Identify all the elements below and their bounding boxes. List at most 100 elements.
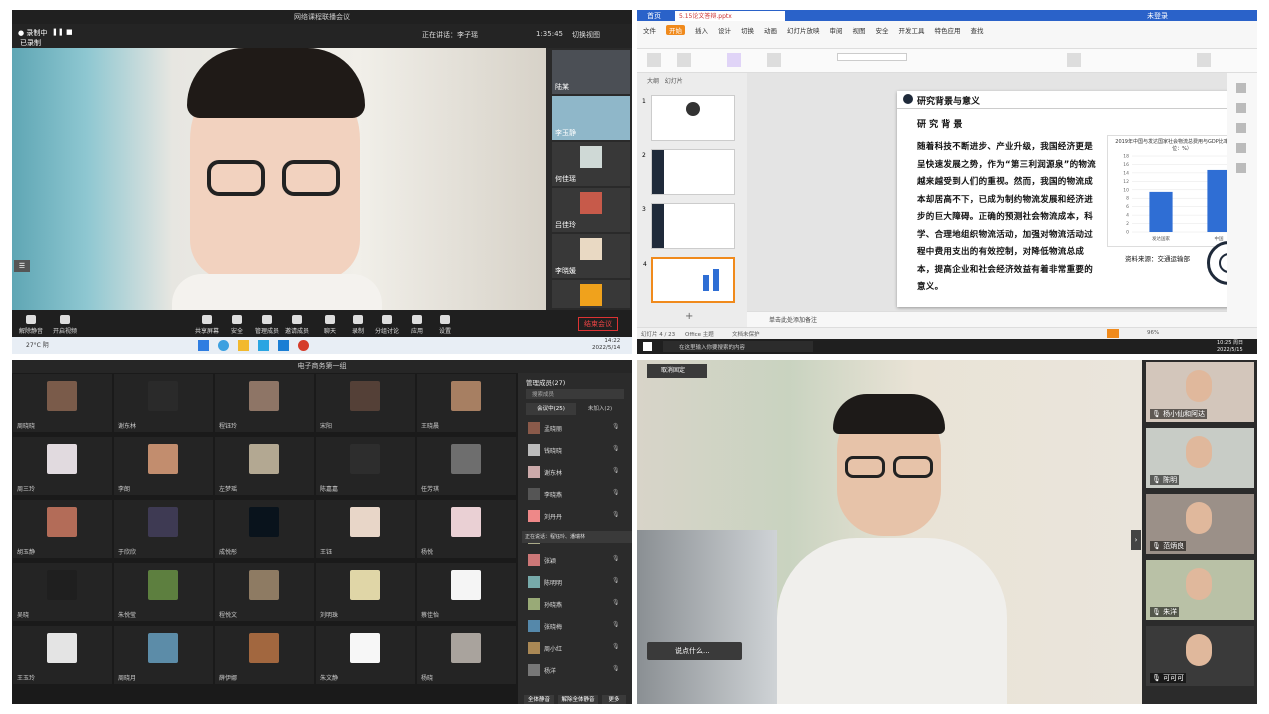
start-icon[interactable] xyxy=(198,340,209,351)
side-video[interactable]: 🎙 朱洋 xyxy=(1146,560,1254,620)
video-tile[interactable]: 成悦彤 xyxy=(214,499,315,559)
play-button[interactable] xyxy=(1107,329,1119,338)
tab-in-meeting[interactable]: 会议中(25) xyxy=(526,403,576,415)
microphone-icon[interactable]: 🎙 xyxy=(612,511,620,518)
share-screen-button[interactable]: 共享屏幕 xyxy=(194,315,220,335)
tab-document[interactable]: 5.15论文答辩.pptx xyxy=(675,11,785,21)
end-meeting-button[interactable]: 结束会议 xyxy=(578,317,618,331)
video-tile[interactable]: 王钰 xyxy=(315,499,416,559)
tab-not-joined[interactable]: 未加入(2) xyxy=(576,403,624,415)
participant-row[interactable]: 杨洋 🎙 xyxy=(528,663,628,677)
tab-home[interactable]: 首页 xyxy=(647,11,661,21)
slide-thumb-2[interactable]: 2 xyxy=(642,149,735,195)
font-select[interactable] xyxy=(837,53,907,61)
side-video-6[interactable] xyxy=(552,280,630,308)
meeting-app-icon[interactable] xyxy=(258,340,269,351)
video-tile[interactable]: 刘明珠 xyxy=(315,562,416,622)
menu-home[interactable]: 开始 xyxy=(666,25,685,35)
menu-file[interactable]: 文件 xyxy=(643,25,656,35)
video-tile[interactable]: 周三玲 xyxy=(12,436,113,496)
style-icon[interactable] xyxy=(1236,123,1246,133)
video-tile[interactable]: 程悦文 xyxy=(214,562,315,622)
participant-row[interactable]: 陈明明 🎙 xyxy=(528,575,628,589)
slide-thumb-1[interactable]: 1 xyxy=(642,95,735,141)
pause-icon[interactable]: ❚❚ ■ xyxy=(52,28,73,36)
manage-members-button[interactable]: 管理成员 xyxy=(254,315,280,335)
mail-icon[interactable] xyxy=(278,340,289,351)
microphone-icon[interactable]: 🎙 xyxy=(612,467,620,474)
microphone-icon[interactable]: 🎙 xyxy=(612,599,620,606)
video-tile[interactable]: 杨悦 xyxy=(416,499,517,559)
animation-icon[interactable] xyxy=(1236,143,1246,153)
video-tile[interactable]: 程钰玲 xyxy=(214,373,315,433)
video-tile[interactable]: 宋阳 xyxy=(315,373,416,433)
participant-row[interactable]: 谢东林 🎙 xyxy=(528,465,628,479)
participant-row[interactable]: 孙晓燕 🎙 xyxy=(528,597,628,611)
side-video[interactable]: 🎙 范炳良 xyxy=(1146,494,1254,554)
textbox-icon[interactable] xyxy=(1067,53,1081,67)
participant-row[interactable]: 李晓燕 🎙 xyxy=(528,487,628,501)
side-video-4[interactable]: 吕佳玲 xyxy=(552,188,630,232)
login-status[interactable]: 未登录 xyxy=(1147,11,1168,21)
microphone-icon[interactable]: 🎙 xyxy=(612,555,620,562)
gallery-view-button[interactable]: 切换视图 xyxy=(572,30,600,40)
menu-security[interactable]: 安全 xyxy=(876,25,889,35)
settings-button[interactable]: 设置 xyxy=(432,315,458,335)
slide-thumb-3[interactable]: 3 xyxy=(642,203,735,249)
video-tile[interactable]: 蔡佳怡 xyxy=(416,562,517,622)
collapse-sidebar-icon[interactable]: › xyxy=(1131,530,1141,550)
video-tile[interactable]: 薛伊娜 xyxy=(214,625,315,685)
shape-icon[interactable] xyxy=(1236,103,1246,113)
participant-row[interactable]: 孟晓丽 🎙 xyxy=(528,421,628,435)
video-tile[interactable]: 吴晓 xyxy=(12,562,113,622)
mute-all-button[interactable]: 全体静音 xyxy=(524,695,554,704)
side-video-1[interactable]: 陆某 xyxy=(552,50,630,94)
member-search-input[interactable]: 搜索成员 xyxy=(526,389,624,399)
video-tile[interactable]: 胡玉静 xyxy=(12,499,113,559)
video-tile[interactable]: 陈嘉嘉 xyxy=(315,436,416,496)
side-video[interactable]: 🎙 陈明 xyxy=(1146,428,1254,488)
video-tile[interactable]: 周晓月 xyxy=(113,625,214,685)
slide-subheading[interactable]: 研 究 背 景 xyxy=(917,117,962,130)
video-button[interactable]: 开启视频 xyxy=(52,315,78,335)
zoom-level[interactable]: 96% xyxy=(1147,330,1159,336)
invite-button[interactable]: 邀请成员 xyxy=(284,315,310,335)
microphone-icon[interactable]: 🎙 xyxy=(612,445,620,452)
video-tile[interactable]: 左梦瑶 xyxy=(214,436,315,496)
video-tile[interactable]: 周晓晓 xyxy=(12,373,113,433)
video-tile[interactable]: 王玉玲 xyxy=(12,625,113,685)
folder-icon[interactable] xyxy=(238,340,249,351)
menu-search[interactable]: 查找 xyxy=(971,25,984,35)
participant-row[interactable]: 张颖 🎙 xyxy=(528,553,628,567)
video-tile[interactable]: 朱文静 xyxy=(315,625,416,685)
side-video[interactable]: 🎙 杨小仙和阿达 xyxy=(1146,362,1254,422)
video-tile[interactable]: 谢东林 xyxy=(113,373,214,433)
microphone-icon[interactable]: 🎙 xyxy=(612,577,620,584)
windows-start-icon[interactable] xyxy=(643,342,652,351)
chat-button[interactable]: 聊天 xyxy=(317,315,343,335)
video-tile[interactable]: 李朗 xyxy=(113,436,214,496)
find-icon[interactable] xyxy=(1197,53,1211,67)
participant-row[interactable]: 张晓梅 🎙 xyxy=(528,619,628,633)
play-icon[interactable] xyxy=(727,53,741,67)
video-tile[interactable]: 朱悦莹 xyxy=(113,562,214,622)
taskbar-search[interactable]: 在这里输入你要搜索的内容 xyxy=(663,341,813,352)
video-tile[interactable]: 任芳琪 xyxy=(416,436,517,496)
menu-insert[interactable]: 插入 xyxy=(695,25,708,35)
security-button[interactable]: 安全 xyxy=(224,315,250,335)
unmute-all-button[interactable]: 解除全体静音 xyxy=(558,695,598,704)
new-slide-icon[interactable] xyxy=(767,53,781,67)
menu-developer[interactable]: 开发工具 xyxy=(899,25,925,35)
cancel-pin-button[interactable]: 取消固定 xyxy=(647,364,707,378)
edge-icon[interactable] xyxy=(218,340,229,351)
menu-design[interactable]: 设计 xyxy=(718,25,731,35)
participant-row[interactable]: 周小红 🎙 xyxy=(528,641,628,655)
menu-transition[interactable]: 切换 xyxy=(741,25,754,35)
layout-icon[interactable]: ☰ xyxy=(14,260,30,272)
paste-icon[interactable] xyxy=(647,53,661,67)
notes-area[interactable]: 单击此处添加备注 xyxy=(747,311,1227,327)
browser-icon[interactable] xyxy=(298,340,309,351)
record-button[interactable]: 录制 xyxy=(345,315,371,335)
microphone-icon[interactable]: 🎙 xyxy=(612,643,620,650)
microphone-icon[interactable]: 🎙 xyxy=(612,423,620,430)
